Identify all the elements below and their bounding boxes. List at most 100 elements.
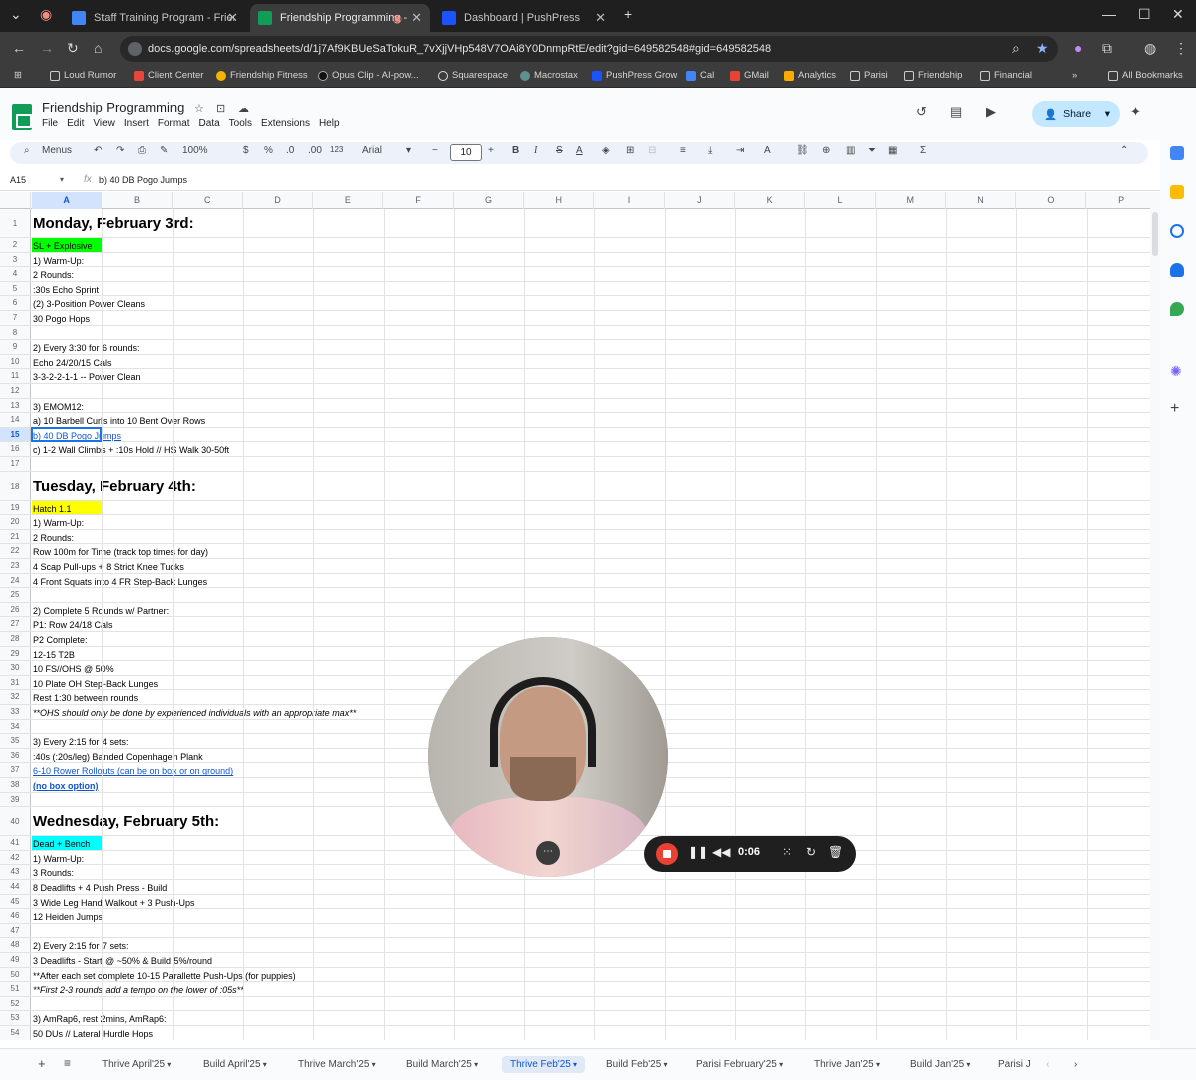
row-header[interactable]: 44 — [0, 880, 31, 894]
select-all-corner[interactable] — [0, 192, 31, 209]
row-header[interactable]: 13 — [0, 398, 31, 413]
fill-color-icon[interactable]: ◈ — [602, 145, 610, 156]
bookmark-cal[interactable]: Cal — [686, 70, 714, 81]
sheet-tab[interactable]: Thrive Feb'25 ▾ — [502, 1056, 586, 1073]
close-tab-icon[interactable]: ✕ — [595, 10, 606, 26]
menu-tools[interactable]: Tools — [229, 118, 252, 129]
bookmark-friendship[interactable]: Friendship — [904, 70, 962, 81]
row-header[interactable]: 4 — [0, 267, 31, 281]
browser-tab-friendship-programming[interactable]: Friendship Programming - ◉ ✕ — [250, 4, 430, 32]
webcam-overlay[interactable]: ⋯ — [428, 637, 668, 877]
cell-a[interactable]: 30 Pogo Hops — [33, 314, 90, 324]
row-header[interactable]: 54 — [0, 1026, 31, 1040]
star-icon[interactable]: ☆ — [194, 102, 204, 115]
row-header[interactable]: 52 — [0, 996, 31, 1011]
new-tab-icon[interactable]: + — [624, 6, 632, 22]
paint-format-icon[interactable]: ✎ — [160, 145, 168, 156]
row-header[interactable]: 19 — [0, 500, 31, 515]
cell-a[interactable]: 8 Deadlifts + 4 Push Press - Build — [33, 883, 167, 893]
column-header[interactable]: C — [173, 192, 243, 209]
chrome-menu-icon[interactable]: ⋮ — [1174, 40, 1188, 57]
site-info-icon[interactable] — [128, 42, 142, 56]
row-header[interactable]: 8 — [0, 325, 31, 340]
row-header[interactable]: 33 — [0, 705, 31, 719]
row-header[interactable]: 10 — [0, 354, 31, 369]
add-sheet-icon[interactable]: + — [38, 1056, 46, 1071]
row-header[interactable]: 43 — [0, 865, 31, 879]
bookmark-analytics[interactable]: Analytics — [784, 70, 836, 81]
row-header[interactable]: 12 — [0, 384, 31, 398]
menu-format[interactable]: Format — [158, 118, 190, 129]
row-header[interactable]: 16 — [0, 442, 31, 456]
tab-search-icon[interactable]: ⌄ — [10, 6, 22, 23]
sheet-tab-dropdown-icon[interactable]: ▾ — [369, 1060, 376, 1069]
cell-a[interactable]: (no box option) — [33, 781, 98, 791]
column-header[interactable]: M — [876, 192, 946, 209]
cell-a[interactable]: 3 Deadlifts - Start @ ~50% & Build 5%/ro… — [33, 956, 212, 966]
decrease-decimal[interactable]: .0 — [286, 145, 294, 156]
cell-a[interactable]: 1) Warm-Up: — [33, 518, 84, 528]
increase-font-size-icon[interactable]: + — [488, 145, 494, 156]
sheet-tab-dropdown-icon[interactable]: ▾ — [661, 1060, 668, 1069]
cell-a[interactable]: 12 Heiden Jumps — [33, 912, 103, 922]
bookmark-client-center[interactable]: Client Center — [134, 70, 203, 81]
sheet-tab[interactable]: Parisi J — [998, 1059, 1031, 1070]
bookmark-financial[interactable]: Financial — [980, 70, 1032, 81]
row-header[interactable]: 2 — [0, 238, 31, 252]
row-header[interactable]: 46 — [0, 909, 31, 923]
back-icon[interactable]: ← — [12, 40, 26, 56]
gemini-icon[interactable]: ✦ — [1130, 104, 1141, 120]
cell-a[interactable]: 50 DUs // Lateral Hurdle Hops — [33, 1029, 153, 1039]
column-header[interactable]: F — [384, 192, 454, 209]
row-header[interactable]: 24 — [0, 573, 31, 588]
tasks-icon[interactable] — [1170, 224, 1184, 238]
cloud-status-icon[interactable]: ☁ — [238, 102, 249, 115]
calendar-icon[interactable] — [1170, 146, 1184, 160]
pause-icon[interactable]: ❚❚ — [688, 845, 708, 859]
row-header[interactable]: 14 — [0, 413, 31, 427]
cell-a[interactable]: 2) Every 3:30 for 6 rounds: — [33, 343, 140, 353]
browser-tab-staff-training[interactable]: Staff Training Program - Friend ✕ — [64, 4, 246, 32]
cell-a[interactable]: 3) Every 2:15 for 4 sets: — [33, 737, 129, 747]
cell-a[interactable]: SL + Explosive — [33, 241, 92, 251]
percent-format[interactable]: % — [264, 145, 273, 156]
sheets-logo-icon[interactable] — [12, 104, 32, 130]
cell-a[interactable]: Hatch 1.1 — [33, 504, 72, 514]
row-header[interactable]: 7 — [0, 311, 31, 325]
share-button[interactable]: 👤 Share ▾ — [1032, 101, 1120, 127]
cell-a[interactable]: 10 Plate OH Step-Back Lunges — [33, 679, 158, 689]
increase-decimal[interactable]: .00 — [308, 145, 322, 156]
column-header[interactable]: L — [805, 192, 876, 209]
search-menus[interactable]: Menus — [42, 145, 72, 156]
borders-icon[interactable]: ⊞ — [626, 145, 634, 156]
text-color-icon[interactable]: A — [576, 145, 583, 156]
row-header[interactable]: 49 — [0, 953, 31, 967]
minimize-icon[interactable]: — — [1102, 6, 1116, 22]
bookmark-pushpress-grow[interactable]: PushPress Grow — [592, 70, 677, 81]
rewind-icon[interactable]: ◀◀ — [712, 845, 730, 859]
cell-a[interactable]: c) 1-2 Wall Climbs + :10s Hold // HS Wal… — [33, 445, 229, 455]
menu-edit[interactable]: Edit — [67, 118, 84, 129]
bookmark-loud-rumor[interactable]: Loud Rumor — [50, 70, 116, 81]
document-title[interactable]: Friendship Programming — [42, 100, 184, 115]
forward-icon[interactable]: → — [40, 40, 54, 56]
version-history-icon[interactable]: ↺ — [916, 104, 927, 120]
sheet-tab-dropdown-icon[interactable]: ▾ — [472, 1060, 478, 1069]
contacts-icon[interactable] — [1170, 263, 1184, 277]
row-header[interactable]: 50 — [0, 967, 31, 982]
active-cell-selection[interactable] — [31, 426, 102, 443]
column-header[interactable]: P — [1087, 192, 1151, 209]
row-header[interactable]: 15 — [0, 427, 31, 442]
vertical-scrollbar[interactable] — [1150, 192, 1160, 1040]
bookmark-macrostax[interactable]: Macrostax — [520, 70, 578, 81]
column-header[interactable]: I — [594, 192, 665, 209]
cell-a[interactable]: 1) Warm-Up: — [33, 256, 84, 266]
cell-a[interactable]: 3 Rounds: — [33, 868, 74, 878]
cell-a[interactable]: :40s (:20s/leg) Banded Copenhagen Plank — [33, 752, 203, 762]
drag-handle-icon[interactable]: ⁙ — [782, 845, 792, 859]
row-header[interactable]: 39 — [0, 792, 31, 807]
row-header[interactable]: 9 — [0, 340, 31, 354]
cell-a[interactable]: a) 10 Barbell Curls into 10 Bent Over Ro… — [33, 416, 205, 426]
sheet-tab-dropdown-icon[interactable]: ▾ — [777, 1060, 783, 1069]
collapse-toolbar-icon[interactable]: ⌃ — [1120, 145, 1128, 156]
